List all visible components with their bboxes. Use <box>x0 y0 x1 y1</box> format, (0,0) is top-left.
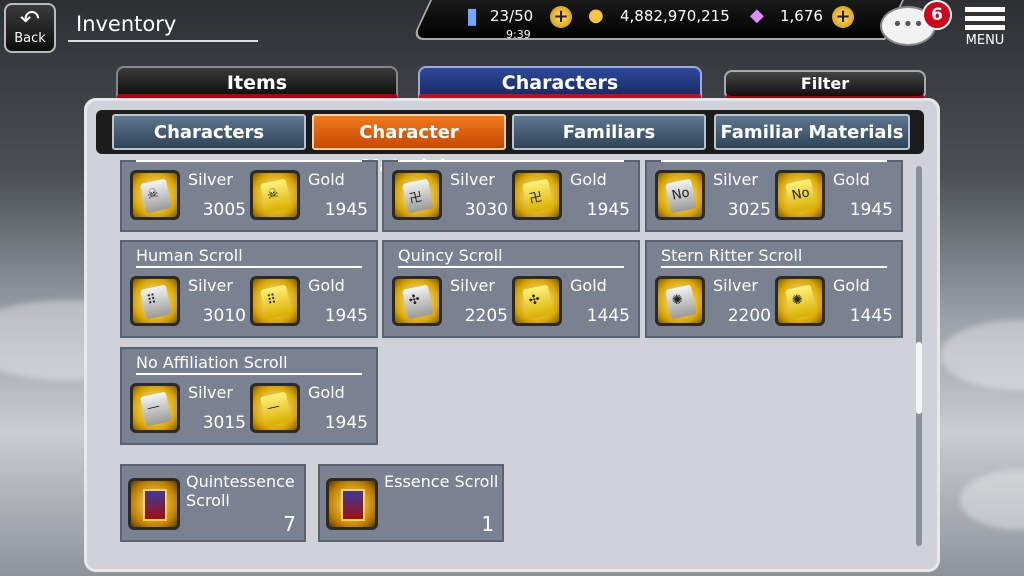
silver-label: Silver <box>713 276 758 295</box>
scroll-card-divider <box>661 160 887 162</box>
silver-quincy-scroll-icon[interactable]: ✣ <box>392 276 442 326</box>
subtab-character-materials[interactable]: Character Materials <box>312 114 506 177</box>
gold-label: Gold <box>308 276 345 295</box>
gold-stern-ritter-scroll-icon[interactable]: ✺ <box>775 276 825 326</box>
gold-count: 1445 <box>849 306 893 326</box>
orbs-value: 1,676 <box>780 7 823 25</box>
silver-skull-scroll-icon[interactable]: ☠ <box>130 170 180 220</box>
title-underline <box>68 40 258 42</box>
gold-no-scroll-icon[interactable]: No <box>775 170 825 220</box>
gold-label: Gold <box>570 170 607 189</box>
gold-count: 1445 <box>586 306 630 326</box>
scroll-card[interactable]: No Silver 3025 No Gold 1945 <box>645 160 903 232</box>
chat-bubble-icon: ••• <box>892 14 924 35</box>
gold-label: Gold <box>833 276 870 295</box>
scroll-card-title: Quincy Scroll <box>398 246 503 265</box>
stamina-value: 23/50 <box>490 7 534 25</box>
essence-item-count: 1 <box>481 512 494 536</box>
menu-icon <box>960 6 1010 31</box>
gold-label: Gold <box>308 170 345 189</box>
gold-count: 1945 <box>849 200 893 220</box>
silver-count: 2200 <box>727 306 771 326</box>
scroll-card-divider <box>136 160 362 162</box>
silver-label: Silver <box>188 383 233 402</box>
scroll-card-divider <box>136 373 362 375</box>
stamina-timer: 9:39 <box>506 28 531 41</box>
gold-label: Gold <box>570 276 607 295</box>
scroll-card[interactable]: Quincy Scroll ✣ Silver 2205 ✣ Gold 1445 <box>382 240 640 338</box>
silver-count: 3010 <box>202 306 246 326</box>
coins-value: 4,882,970,215 <box>620 7 730 25</box>
silver-label: Silver <box>188 276 233 295</box>
silver-label: Silver <box>450 170 495 189</box>
subtab-familiar-materials[interactable]: Familiar Materials <box>714 114 910 150</box>
scroll-card-title: Stern Ritter Scroll <box>661 246 803 265</box>
sub-tab-bar: Characters Character Materials Familiars… <box>96 110 924 177</box>
scroll-card-title: No Affiliation Scroll <box>136 353 288 372</box>
silver-label: Silver <box>450 276 495 295</box>
tab-items[interactable]: Items <box>116 66 398 98</box>
menu-label: MENU <box>965 33 1005 48</box>
list-scrollbar-thumb[interactable] <box>916 341 922 414</box>
gold-human-scroll-icon[interactable]: ⠿ <box>250 276 300 326</box>
essence-scroll-icon <box>128 478 180 530</box>
gold-count: 1945 <box>586 200 630 220</box>
scroll-card[interactable]: Stern Ritter Scroll ✺ Silver 2200 ✺ Gold 1445 <box>645 240 903 338</box>
back-arrow-icon: ↶ <box>19 5 41 33</box>
subtab-familiars[interactable]: Familiars <box>512 114 706 150</box>
silver-human-scroll-icon[interactable]: ⠿ <box>130 276 180 326</box>
silver-count: 3030 <box>464 200 508 220</box>
scroll-card[interactable]: Human Scroll ⠿ Silver 3010 ⠿ Gold 1945 <box>120 240 378 338</box>
essence-item[interactable]: Essence Scroll 1 <box>318 464 504 542</box>
silver-label: Silver <box>713 170 758 189</box>
scroll-card-divider <box>398 160 624 162</box>
scroll-card[interactable]: No Affiliation Scroll — Silver 3015— Gold 194… <box>120 347 378 445</box>
scroll-card[interactable]: ☠ Silver 3005 ☠ Gold 1945 <box>120 160 378 232</box>
essence-item[interactable]: Quintessence Scroll 7 <box>120 464 306 542</box>
top-bar: ↶ Back Inventory ▮ 23/50 9:39 + ● 4,882,… <box>0 0 1024 53</box>
scroll-card-divider <box>661 266 887 268</box>
back-label: Back <box>14 31 46 46</box>
silver-count: 2205 <box>464 306 508 326</box>
gold-label: Gold <box>308 383 345 402</box>
gold-count: 1945 <box>324 306 368 326</box>
scroll-card[interactable]: 卍 Silver 3030 卍 Gold 1945 <box>382 160 640 232</box>
gold-label: Gold <box>833 170 870 189</box>
stamina-icon: ▮ <box>466 4 479 29</box>
orb-icon: ◆ <box>750 5 764 26</box>
tab-characters[interactable]: Characters <box>418 66 702 98</box>
menu-button[interactable]: MENU <box>960 4 1010 48</box>
gold-no-affiliation-scroll-icon[interactable]: — <box>250 383 300 433</box>
gold-scroll-icon[interactable]: 卍 <box>512 170 562 220</box>
silver-stern-ritter-scroll-icon[interactable]: ✺ <box>655 276 705 326</box>
essence-item-name: Essence Scroll <box>384 472 499 491</box>
gold-count: 1945 <box>324 413 368 433</box>
page-title: Inventory <box>76 12 177 36</box>
scroll-card-title: Human Scroll <box>136 246 243 265</box>
silver-count: 3005 <box>202 200 246 220</box>
scroll-card-divider <box>398 266 624 268</box>
silver-scroll-icon[interactable]: 卍 <box>392 170 442 220</box>
filter-button[interactable]: Filter <box>724 70 926 100</box>
silver-label: Silver <box>188 170 233 189</box>
essence-item-count: 7 <box>283 512 296 536</box>
materials-list[interactable]: ☠ Silver 3005 ☠ Gold 1945 卍 Silver 3030 卍 Gold 1945… <box>110 160 910 552</box>
essence-scroll-icon <box>326 478 378 530</box>
coin-icon: ● <box>588 5 604 26</box>
stamina-plus-button[interactable]: + <box>550 6 572 28</box>
gold-quincy-scroll-icon[interactable]: ✣ <box>512 276 562 326</box>
silver-no-affiliation-scroll-icon[interactable]: — <box>130 383 180 433</box>
essence-item-name: Quintessence Scroll <box>186 472 295 510</box>
subtab-characters[interactable]: Characters <box>112 114 306 150</box>
silver-no-scroll-icon[interactable]: No <box>655 170 705 220</box>
notification-badge: 6 <box>922 0 952 30</box>
orbs-plus-button[interactable]: + <box>832 6 854 28</box>
silver-count: 3025 <box>727 200 771 220</box>
silver-count: 3015 <box>202 413 246 433</box>
back-button[interactable]: ↶ Back <box>4 3 56 53</box>
gold-skull-scroll-icon[interactable]: ☠ <box>250 170 300 220</box>
gold-count: 1945 <box>324 200 368 220</box>
scroll-card-divider <box>136 266 362 268</box>
